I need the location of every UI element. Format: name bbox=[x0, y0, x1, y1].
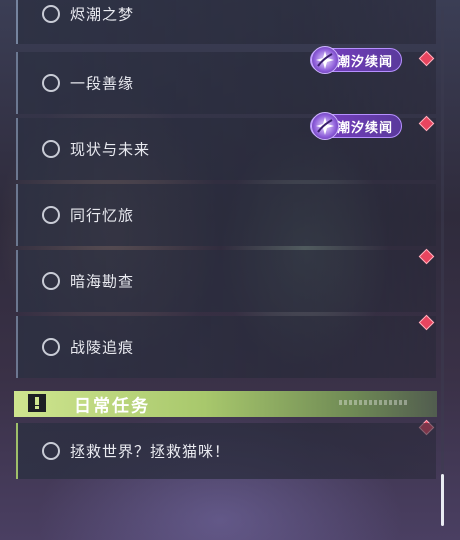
tide-sparkle-icon bbox=[311, 112, 339, 140]
quest-title: 拯救世界？拯救猫咪！ bbox=[70, 442, 231, 461]
daily-quests-header[interactable]: 日常任务 bbox=[14, 391, 437, 417]
quest-title: 同行忆旅 bbox=[70, 206, 135, 225]
event-badge: 潮汐续闻 bbox=[310, 112, 403, 140]
quest-title: 战陵追痕 bbox=[70, 338, 135, 357]
quest-status-icon bbox=[42, 74, 60, 92]
event-badge: 潮汐续闻 bbox=[310, 46, 403, 74]
tide-sparkle-icon bbox=[311, 46, 339, 74]
header-decoration bbox=[339, 400, 409, 405]
quest-status-icon bbox=[42, 140, 60, 158]
quest-status-icon bbox=[42, 206, 60, 224]
quest-item[interactable]: 暗海勘查 bbox=[16, 250, 436, 312]
quest-item[interactable]: 同行忆旅 bbox=[16, 184, 436, 246]
quest-title: 现状与未来 bbox=[70, 140, 151, 159]
quest-item[interactable]: 战陵追痕 bbox=[16, 316, 436, 378]
exclamation-icon bbox=[28, 394, 46, 412]
event-badge-label: 潮汐续闻 bbox=[337, 120, 394, 136]
quest-item[interactable]: 烬潮之梦 bbox=[16, 0, 436, 44]
scrollbar-track[interactable] bbox=[441, 10, 444, 525]
quest-status-icon bbox=[42, 442, 60, 460]
event-badge-label: 潮汐续闻 bbox=[337, 54, 394, 70]
quest-title: 暗海勘查 bbox=[70, 272, 135, 291]
daily-quest-item[interactable]: 拯救世界？拯救猫咪！ bbox=[16, 423, 436, 479]
scrollbar-thumb[interactable] bbox=[441, 474, 444, 526]
quest-status-icon bbox=[42, 272, 60, 290]
quest-title: 烬潮之梦 bbox=[70, 5, 135, 24]
quest-status-icon bbox=[42, 338, 60, 356]
quest-status-icon bbox=[42, 5, 60, 23]
quest-title: 一段善缘 bbox=[70, 74, 135, 93]
section-title: 日常任务 bbox=[74, 396, 150, 417]
